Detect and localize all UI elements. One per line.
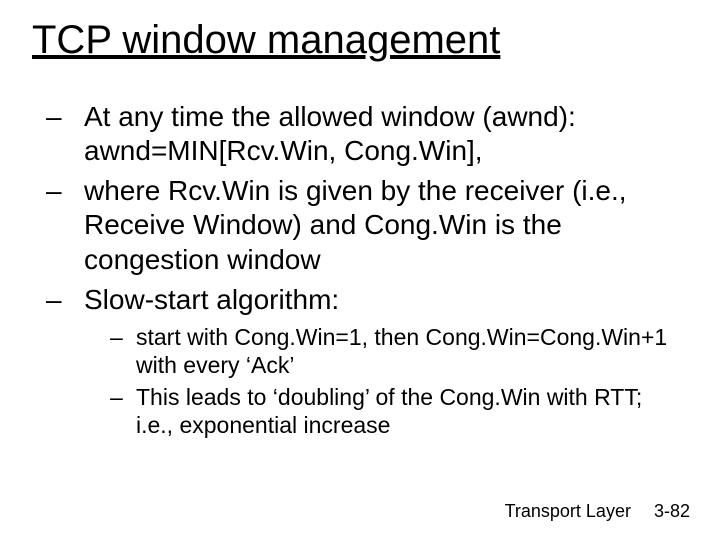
- bullet-list: At any time the allowed window (awnd): a…: [40, 100, 680, 439]
- sub-bullet-item: This leads to ‘doubling’ of the Cong.Win…: [84, 383, 680, 439]
- sub-bullet-text: start with Cong.Win=1, then Cong.Win=Con…: [136, 324, 667, 378]
- footer-chapter: Transport Layer: [505, 501, 631, 521]
- slide: TCP window management At any time the al…: [0, 0, 720, 540]
- bullet-item: where Rcv.Win is given by the receiver (…: [40, 174, 680, 276]
- sub-bullet-text: This leads to ‘doubling’ of the Cong.Win…: [136, 384, 642, 438]
- sub-bullet-list: start with Cong.Win=1, then Cong.Win=Con…: [84, 323, 680, 439]
- sub-bullet-item: start with Cong.Win=1, then Cong.Win=Con…: [84, 323, 680, 379]
- bullet-text: where Rcv.Win is given by the receiver (…: [84, 175, 627, 274]
- bullet-text: Slow-start algorithm:: [84, 284, 339, 315]
- bullet-item: At any time the allowed window (awnd): a…: [40, 100, 680, 168]
- slide-footer: Transport Layer 3-82: [505, 501, 690, 522]
- slide-body: At any time the allowed window (awnd): a…: [40, 100, 680, 445]
- slide-title: TCP window management: [32, 18, 500, 62]
- bullet-text: At any time the allowed window (awnd): a…: [84, 101, 576, 166]
- footer-page-number: 3-82: [654, 501, 690, 521]
- bullet-item: Slow-start algorithm: start with Cong.Wi…: [40, 283, 680, 439]
